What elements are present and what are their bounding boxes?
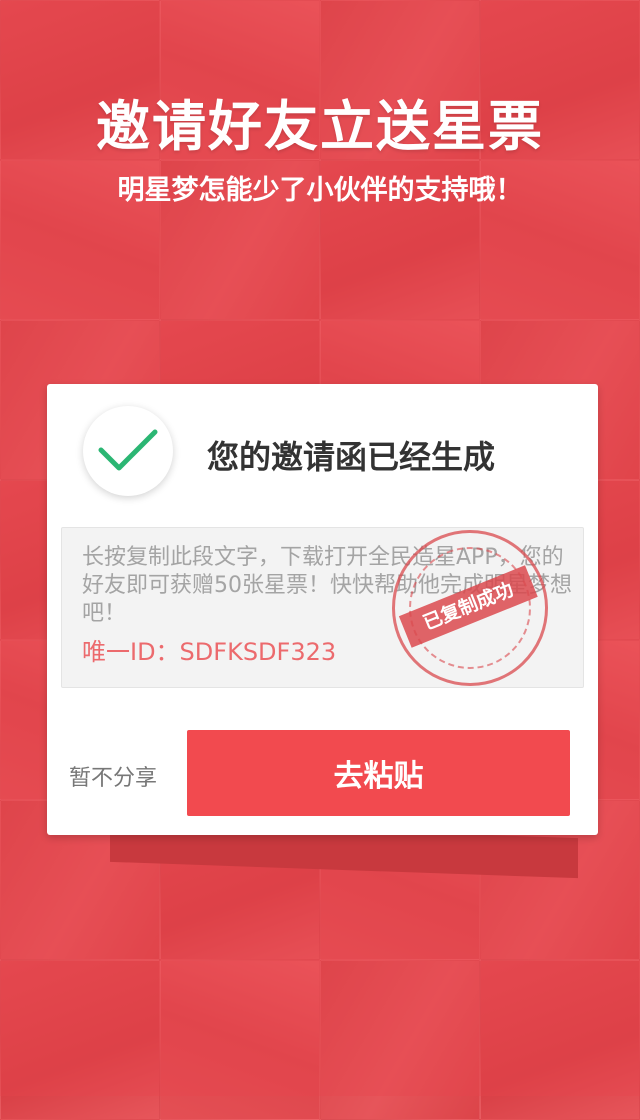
unique-id-text[interactable]: 唯一ID：SDFKSDF323: [82, 632, 336, 667]
card-title: 您的邀请函已经生成: [207, 438, 496, 476]
skip-share-link[interactable]: 暂不分享: [69, 760, 157, 792]
invitation-text-box[interactable]: 长按复制此段文字，下载打开全民造星APP，您的好友即可获赠50张星票！快快帮助他…: [61, 527, 584, 688]
page-subtitle: 明星梦怎能少了小伙伴的支持哦！: [117, 175, 523, 206]
page-title: 邀请好友立送星票: [96, 95, 544, 158]
paste-button[interactable]: 去粘贴: [187, 730, 570, 816]
checkmark-icon: [98, 429, 158, 471]
success-badge: [83, 406, 173, 496]
invitation-card: 您的邀请函已经生成 长按复制此段文字，下载打开全民造星APP，您的好友即可获赠5…: [47, 384, 598, 835]
